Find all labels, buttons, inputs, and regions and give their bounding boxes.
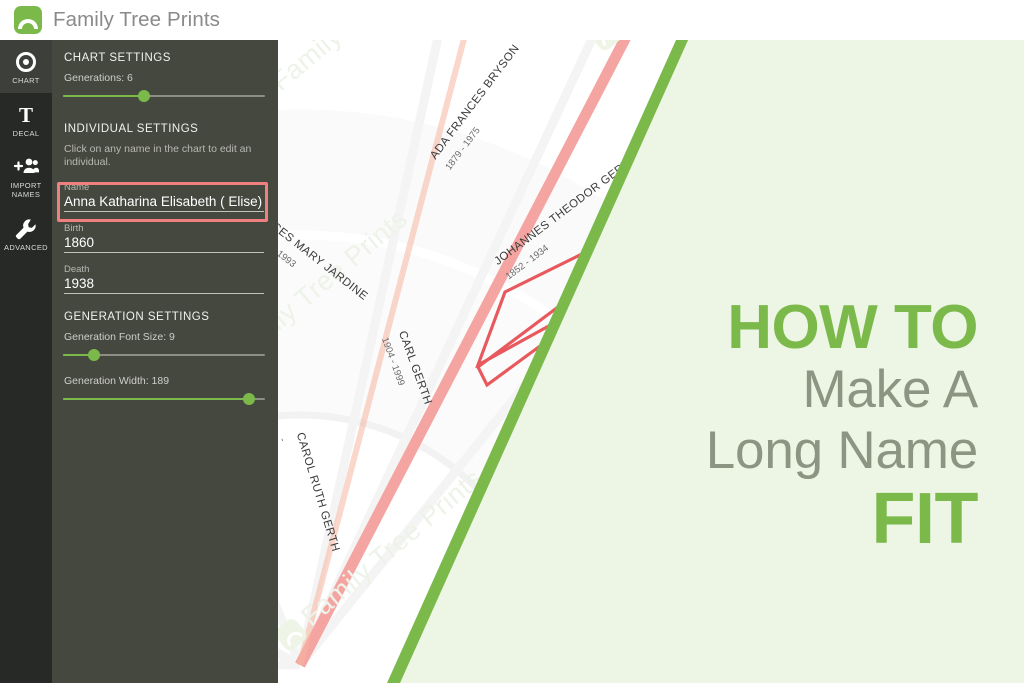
birth-field[interactable]: Birth 1860: [64, 223, 267, 253]
promo-text-block: HOW TO Make A Long Name FIT: [558, 293, 979, 559]
app-window: Family Tree Prints Family Tree Prints Fa…: [0, 0, 1024, 683]
death-field-input[interactable]: 1938: [64, 276, 264, 294]
generations-slider-label: Generations: 6: [64, 72, 133, 84]
generation-width-slider[interactable]: [63, 392, 267, 406]
generations-slider[interactable]: [63, 89, 267, 103]
promo-line-2: Make A: [802, 359, 978, 419]
rail-item-advanced[interactable]: ADVANCED: [0, 207, 52, 260]
promo-line-3: Long Name: [705, 421, 978, 481]
name-field-input[interactable]: Anna Katharina Elisabeth ( Elise) Ra: [64, 194, 264, 212]
generation-font-size-label: Generation Font Size: 9: [64, 330, 175, 343]
death-field-label: Death: [64, 263, 90, 275]
donut-circle-icon: [13, 49, 39, 75]
slider-thumb[interactable]: [243, 392, 255, 405]
add-people-icon: [13, 154, 39, 180]
rail-item-chart[interactable]: CHART: [0, 40, 52, 93]
rail-item-decal-label: DECAL: [12, 128, 40, 138]
text-t-icon: T: [18, 102, 33, 127]
promo-line-4: FIT: [871, 478, 979, 559]
rail-item-chart-label: CHART: [12, 76, 40, 85]
birth-field-label: Birth: [64, 222, 84, 234]
generation-settings-heading: GENERATION SETTINGS: [64, 310, 210, 323]
wrench-icon: [13, 216, 39, 242]
promo-line-1: HOW TO: [727, 293, 978, 362]
slider-fill: [63, 95, 143, 97]
settings-panel: CHART SETTINGS Generations: 6 INDIVIDUAL…: [52, 40, 278, 683]
generation-width-label: Generation Width: 189: [64, 374, 170, 387]
name-field[interactable]: Name Anna Katharina Elisabeth ( Elise) R…: [64, 182, 267, 212]
name-field-label: Name: [64, 181, 90, 193]
individual-settings-heading: INDIVIDUAL SETTINGS: [64, 123, 199, 135]
slider-thumb[interactable]: [138, 90, 150, 102]
individual-settings-helper: Click on any name in the chart to edit a…: [64, 143, 252, 169]
brand-title: Family Tree Prints: [53, 8, 220, 31]
top-bar: Family Tree Prints: [0, 0, 1024, 40]
fan-arc-logo-icon[interactable]: [14, 6, 42, 34]
rail-item-advanced-label: ADVANCED: [4, 242, 48, 252]
rail-item-import-names-label: IMPORT NAMES: [10, 181, 42, 200]
rail-item-import-names[interactable]: IMPORT NAMES: [0, 145, 52, 206]
left-icon-rail: CHART T DECAL IMPORT NAMES ADVANCED: [0, 40, 52, 683]
slider-thumb[interactable]: [88, 348, 100, 361]
generation-font-size-slider[interactable]: [63, 348, 267, 362]
chart-settings-heading: CHART SETTINGS: [64, 52, 171, 64]
death-field[interactable]: Death 1938: [64, 264, 267, 294]
slider-fill: [63, 397, 249, 400]
rail-item-decal[interactable]: T DECAL: [0, 93, 52, 146]
birth-field-input[interactable]: 1860: [64, 235, 264, 253]
